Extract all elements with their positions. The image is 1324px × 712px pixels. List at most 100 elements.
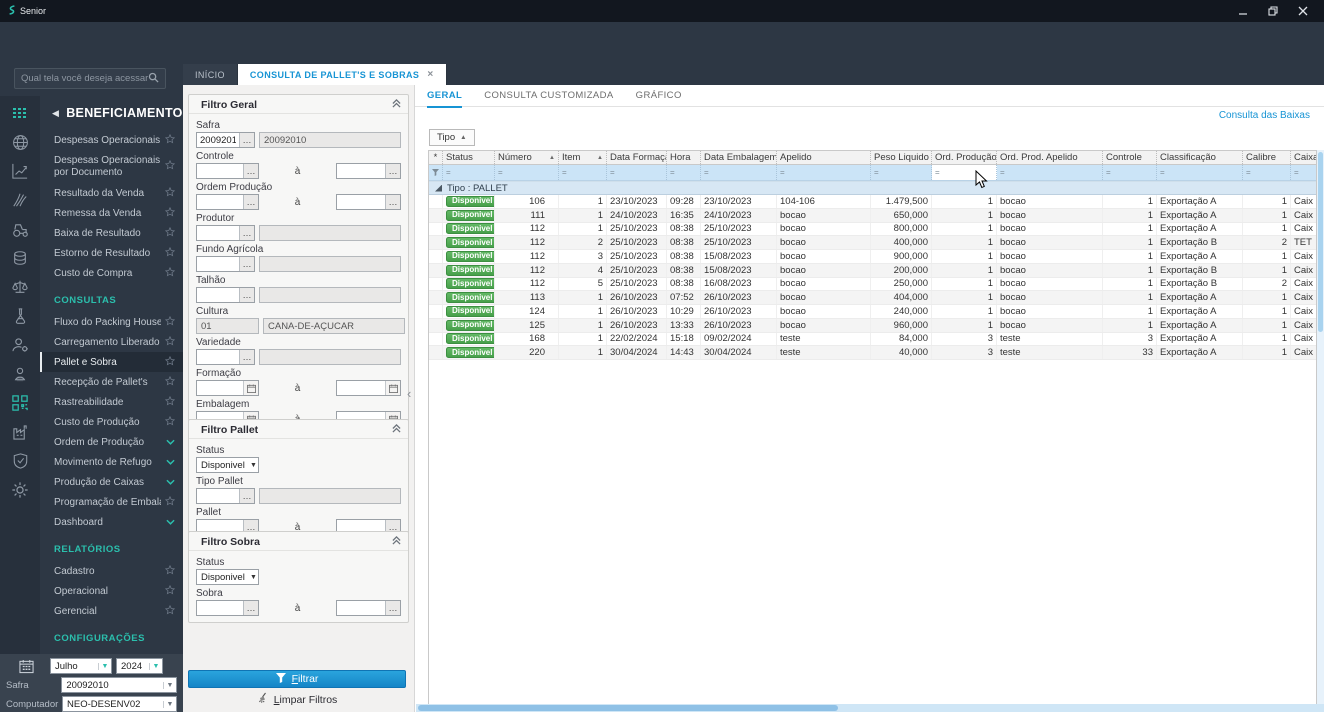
chevron-down-icon[interactable]	[166, 517, 175, 528]
gear-icon[interactable]	[11, 481, 29, 499]
sidebar-item[interactable]: Recepção de Pallet's	[40, 372, 183, 392]
favorite-star-icon[interactable]	[164, 564, 176, 578]
pallet-status-select[interactable]: Disponivel ▼	[196, 457, 259, 473]
close-tab-icon[interactable]: ×	[427, 69, 433, 80]
tipo-pallet-input[interactable]	[197, 489, 239, 503]
sidebar-item[interactable]: Programação de Embalamento	[40, 492, 183, 512]
fundo-agricola-lookup-button[interactable]	[239, 257, 254, 271]
filter-cell-status[interactable]	[443, 165, 495, 180]
sidebar-item[interactable]: Custo de Compra	[40, 263, 183, 283]
filter-cell-calibre[interactable]	[1243, 165, 1291, 180]
sidebar-title[interactable]: ◀ BENEFICIAMENTO	[40, 96, 183, 130]
favorite-star-icon[interactable]	[164, 133, 176, 147]
table-row[interactable]: Disponivel 168 1 22/02/2024 15:18 09/02/2024 t…	[429, 332, 1316, 347]
variedade-lookup-button[interactable]	[239, 350, 254, 364]
ordem-ate-input[interactable]	[337, 195, 385, 209]
produtor-lookup-button[interactable]	[239, 226, 254, 240]
talhao-lookup-button[interactable]	[239, 288, 254, 302]
computador-select[interactable]: NEO-DESENV02 ▼	[62, 696, 177, 712]
qr-icon[interactable]	[11, 394, 29, 412]
filter-cell-data_embalagem[interactable]	[701, 165, 777, 180]
column-header-item[interactable]: Item ▲	[559, 151, 607, 164]
coins-icon[interactable]	[11, 249, 29, 267]
year-select[interactable]: 2024 ▼	[116, 658, 163, 674]
global-search[interactable]	[14, 68, 166, 89]
favorite-star-icon[interactable]	[164, 604, 176, 618]
flask-icon[interactable]	[11, 307, 29, 325]
favorite-star-icon[interactable]	[164, 375, 176, 389]
workspace-tab-1[interactable]: CONSULTA DE PALLET'S E SOBRAS ×	[237, 64, 447, 85]
controle-ate-input[interactable]	[337, 164, 385, 178]
column-header-ord_prod_apelido[interactable]: Ord. Prod. Apelido	[997, 151, 1103, 164]
calendar-icon[interactable]	[385, 381, 400, 395]
table-row[interactable]: Disponivel 112 4 25/10/2023 08:38 15/08/2023 b…	[429, 263, 1316, 278]
favorite-star-icon[interactable]	[164, 355, 176, 369]
table-row[interactable]: Disponivel 125 1 26/10/2023 13:33 26/10/2023 b…	[429, 318, 1316, 333]
sobra-de-lookup-button[interactable]	[243, 601, 258, 615]
table-row[interactable]: Disponivel 124 1 26/10/2023 10:29 26/10/2023 b…	[429, 305, 1316, 319]
column-header-classificacao[interactable]: Classificação	[1157, 151, 1243, 164]
sidebar-item[interactable]: Resultado da Venda	[40, 183, 183, 203]
sobra-ate-input[interactable]	[337, 601, 385, 615]
scale-icon[interactable]	[11, 278, 29, 296]
workspace-tab-0[interactable]: INÍCIO	[183, 64, 238, 85]
table-row[interactable]: Disponivel 112 5 25/10/2023 08:38 16/08/2023 b…	[429, 277, 1316, 292]
favorite-star-icon[interactable]	[164, 395, 176, 409]
favorite-star-icon[interactable]	[164, 415, 176, 429]
ordem-ate-lookup-button[interactable]	[385, 195, 400, 209]
controle-de-lookup-button[interactable]	[243, 164, 258, 178]
globe-icon[interactable]	[11, 133, 29, 151]
limpar-filtros-button[interactable]: Limpar Filtros	[188, 692, 406, 707]
collapse-panel-handle[interactable]: ‹	[407, 386, 411, 401]
collapse-icon[interactable]	[392, 536, 401, 548]
favorite-star-icon[interactable]	[164, 226, 176, 240]
sidebar-item[interactable]: Produção de Caixas	[40, 472, 183, 492]
ordem-de-lookup-button[interactable]	[243, 195, 258, 209]
favorite-star-icon[interactable]	[164, 246, 176, 260]
sidebar-item[interactable]: Pallet e Sobra	[40, 352, 183, 372]
filter-cell-caixa[interactable]	[1291, 165, 1316, 180]
table-row[interactable]: Disponivel 106 1 23/10/2023 09:28 23/10/2023 1…	[429, 195, 1316, 209]
talhao-input[interactable]	[197, 288, 239, 302]
favorite-star-icon[interactable]	[164, 159, 176, 174]
sidebar-item[interactable]: Ordem de Produção	[40, 432, 183, 452]
group-by-chip[interactable]: Tipo ▲	[429, 129, 475, 146]
column-header-apelido[interactable]: Apelido	[777, 151, 871, 164]
formacao-ate-input[interactable]	[337, 381, 385, 395]
filter-cell-peso_liquido[interactable]	[871, 165, 932, 180]
table-row[interactable]: Disponivel 220 1 30/04/2024 14:43 30/04/2024 t…	[429, 346, 1316, 360]
sobra-de-input[interactable]	[197, 601, 243, 615]
restore-button[interactable]	[1260, 2, 1286, 20]
produtor-input[interactable]	[197, 226, 239, 240]
controle-de-input[interactable]	[197, 164, 243, 178]
column-header-status[interactable]: Status	[443, 151, 495, 164]
column-header-hora[interactable]: Hora	[667, 151, 701, 164]
filter-cell-item[interactable]	[559, 165, 607, 180]
main-tab-geral[interactable]: GERAL	[427, 90, 463, 108]
field-icon[interactable]	[11, 191, 29, 209]
factory-icon[interactable]	[11, 423, 29, 441]
menu-icon[interactable]	[11, 104, 29, 122]
sidebar-item[interactable]: Despesas Operacionais por Documento	[40, 150, 183, 183]
safra-select[interactable]: 20092010 ▼	[61, 677, 177, 693]
main-tab-consulta-customizada[interactable]: CONSULTA CUSTOMIZADA	[484, 90, 613, 108]
column-header-controle[interactable]: Controle	[1103, 151, 1157, 164]
sidebar-item[interactable]: Movimento de Refugo	[40, 452, 183, 472]
column-header-peso_liquido[interactable]: Peso Liquido	[871, 151, 932, 164]
filtrar-button[interactable]: Filtrar	[188, 670, 406, 688]
vertical-scrollbar[interactable]	[1317, 150, 1324, 706]
favorite-star-icon[interactable]	[164, 495, 176, 509]
sidebar-item[interactable]: Rastreabilidade	[40, 392, 183, 412]
sidebar-item[interactable]: Despesas Operacionais	[40, 130, 183, 150]
sidebar-item[interactable]: Remessa da Venda	[40, 203, 183, 223]
favorite-star-icon[interactable]	[164, 206, 176, 220]
controle-ate-lookup-button[interactable]	[385, 164, 400, 178]
table-row[interactable]: Disponivel 111 1 24/10/2023 16:35 24/10/2023 b…	[429, 208, 1316, 223]
chevron-down-icon[interactable]	[166, 457, 175, 468]
column-header-calibre[interactable]: Calibre	[1243, 151, 1291, 164]
sobra-status-select[interactable]: Disponivel ▼	[196, 569, 259, 585]
tractor-icon[interactable]	[11, 220, 29, 238]
minimize-button[interactable]	[1230, 2, 1256, 20]
table-row[interactable]: Disponivel 113 1 26/10/2023 07:52 26/10/2023 b…	[429, 291, 1316, 305]
collapse-icon[interactable]	[392, 424, 401, 436]
